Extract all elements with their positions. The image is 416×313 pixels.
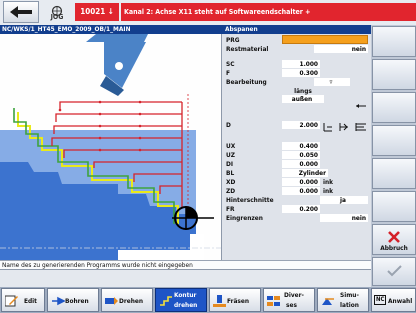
checkmark-icon: [387, 265, 402, 277]
accept-button[interactable]: [372, 257, 416, 286]
misc-icon: [267, 296, 280, 306]
simulation-button[interactable]: Simu- lation: [317, 288, 369, 312]
diverses-2-label: ses: [286, 301, 297, 309]
edit-label: Edit: [24, 297, 37, 305]
milling-icon: [213, 295, 226, 307]
vertical-softkey-1[interactable]: [372, 26, 416, 57]
direction-arrow-icon: [354, 95, 368, 108]
bl-label: BL: [226, 169, 235, 177]
back-button[interactable]: [3, 1, 39, 23]
alarm-message: Kanal 2: Achse X11 steht auf Softwareend…: [121, 3, 416, 21]
drehen-label: Drehen: [119, 297, 144, 305]
aussen-select[interactable]: außen: [282, 95, 324, 103]
uz-input[interactable]: 0.050: [282, 151, 320, 159]
tool-screw-icon: [115, 62, 123, 70]
anwahl-button[interactable]: NC Anwahl: [371, 288, 416, 312]
abbruch-button[interactable]: Abbruch: [372, 224, 416, 255]
simulation-label: Simu-: [340, 291, 359, 299]
simulation-icon: [322, 298, 334, 305]
f-label: F: [226, 69, 230, 77]
status-strip: [0, 269, 371, 287]
anwahl-label: Anwahl: [388, 297, 413, 305]
vertical-softkey-5[interactable]: [372, 158, 416, 189]
part-core: [0, 218, 190, 250]
xd-label: XD: [226, 178, 236, 186]
contour-turning-icon: [160, 296, 172, 306]
diverses-label: Diver-: [284, 291, 304, 299]
alarm-arrow-icon: ↓: [105, 7, 114, 16]
bohren-button[interactable]: Bohren: [47, 288, 99, 312]
fraesen-label: Fräsen: [227, 297, 250, 305]
program-path: NC/WKS/1_HT45_EMO_2009_OB/1_MAIN: [0, 25, 221, 34]
zd-label: ZD: [226, 187, 236, 195]
eingr-label: Eingrenzen: [226, 214, 263, 222]
contour-graphic: [0, 34, 221, 260]
infeed-variable-icon: [355, 123, 366, 131]
abbruch-label: Abbruch: [380, 244, 408, 252]
stock-removal-drawing: [0, 34, 221, 260]
f-input[interactable]: 0.300: [282, 69, 320, 77]
dialog-message: Name des zu generierenden Programms wurd…: [0, 260, 371, 269]
d-input[interactable]: 2.000: [282, 121, 320, 129]
vertical-softkey-6[interactable]: [372, 191, 416, 222]
fraesen-button[interactable]: Fräsen: [209, 288, 261, 312]
fr-label: FR: [226, 205, 235, 213]
hinter-select[interactable]: ja: [320, 196, 368, 204]
prg-label: PRG: [226, 36, 240, 44]
infeed-alternating-icon: [339, 123, 348, 131]
parameter-form: PRG Restmaterial nein SC 1.000 F 0.300 B…: [221, 34, 371, 260]
sc-label: SC: [226, 60, 235, 68]
kontur-label: Kontur: [174, 291, 197, 299]
nc-badge-icon: NC: [374, 295, 387, 305]
turning-icon: [105, 297, 118, 305]
laengs-label: längs: [294, 87, 312, 95]
cancel-icon: [388, 231, 400, 243]
fr-input[interactable]: 0.200: [282, 205, 320, 213]
bearb-select[interactable]: ▿: [314, 78, 350, 86]
simulation-2-label: lation: [340, 301, 359, 309]
uz-label: UZ: [226, 151, 235, 159]
ux-label: UX: [226, 142, 236, 150]
rest-select[interactable]: nein: [314, 45, 368, 53]
bohren-label: Bohren: [65, 297, 89, 305]
infeed-constant-icon: [323, 123, 332, 132]
jog-label: JOG: [50, 13, 64, 21]
alarm-number[interactable]: 10021 ↓: [75, 3, 119, 21]
status-bar: JOG 10021 ↓ Kanal 2: Achse X11 steht auf…: [0, 0, 416, 25]
rest-label: Restmaterial: [226, 45, 269, 53]
hinter-label: Hinterschnitte: [226, 196, 274, 204]
ux-input[interactable]: 0.400: [282, 142, 320, 150]
bearb-label: Bearbeitung: [226, 78, 267, 86]
drehen-2-label: drehen: [174, 301, 198, 309]
bl-select[interactable]: Zylinder: [282, 169, 328, 177]
drill-icon: [52, 296, 65, 306]
kontur-drehen-button[interactable]: Kontur drehen: [155, 288, 207, 312]
prg-input[interactable]: [282, 35, 368, 44]
tool-holder: [86, 34, 148, 42]
horizontal-softkey-bar: Edit Bohren Drehen Kontur drehen Fräsen …: [0, 287, 416, 313]
edit-button[interactable]: Edit: [1, 288, 45, 312]
alarm-number-text: 10021: [80, 7, 106, 16]
diverses-button[interactable]: Diver- ses: [263, 288, 315, 312]
zd-unit: ink: [323, 187, 334, 195]
infeed-strategy-icons[interactable]: [322, 118, 368, 132]
sc-input[interactable]: 1.000: [282, 60, 320, 68]
vertical-softkey-3[interactable]: [372, 92, 416, 123]
di-input[interactable]: 0.000: [282, 160, 320, 168]
jog-mode-indicator: JOG: [44, 2, 70, 23]
back-arrow-icon: [10, 6, 32, 18]
vertical-softkey-4[interactable]: [372, 125, 416, 156]
vertical-softkey-2[interactable]: [372, 59, 416, 90]
vertical-softkey-bar: Abbruch: [371, 25, 416, 287]
di-label: DI: [226, 160, 234, 168]
xd-input[interactable]: 0.000: [282, 178, 320, 186]
workpiece-zero-icon: [172, 206, 214, 230]
edit-icon: [5, 295, 18, 307]
drehen-button[interactable]: Drehen: [101, 288, 153, 312]
form-title: Abspanen: [221, 25, 371, 34]
zd-input[interactable]: 0.000: [282, 187, 320, 195]
eingr-select[interactable]: nein: [320, 214, 368, 222]
xd-unit: ink: [323, 178, 334, 186]
d-label: D: [226, 121, 231, 129]
